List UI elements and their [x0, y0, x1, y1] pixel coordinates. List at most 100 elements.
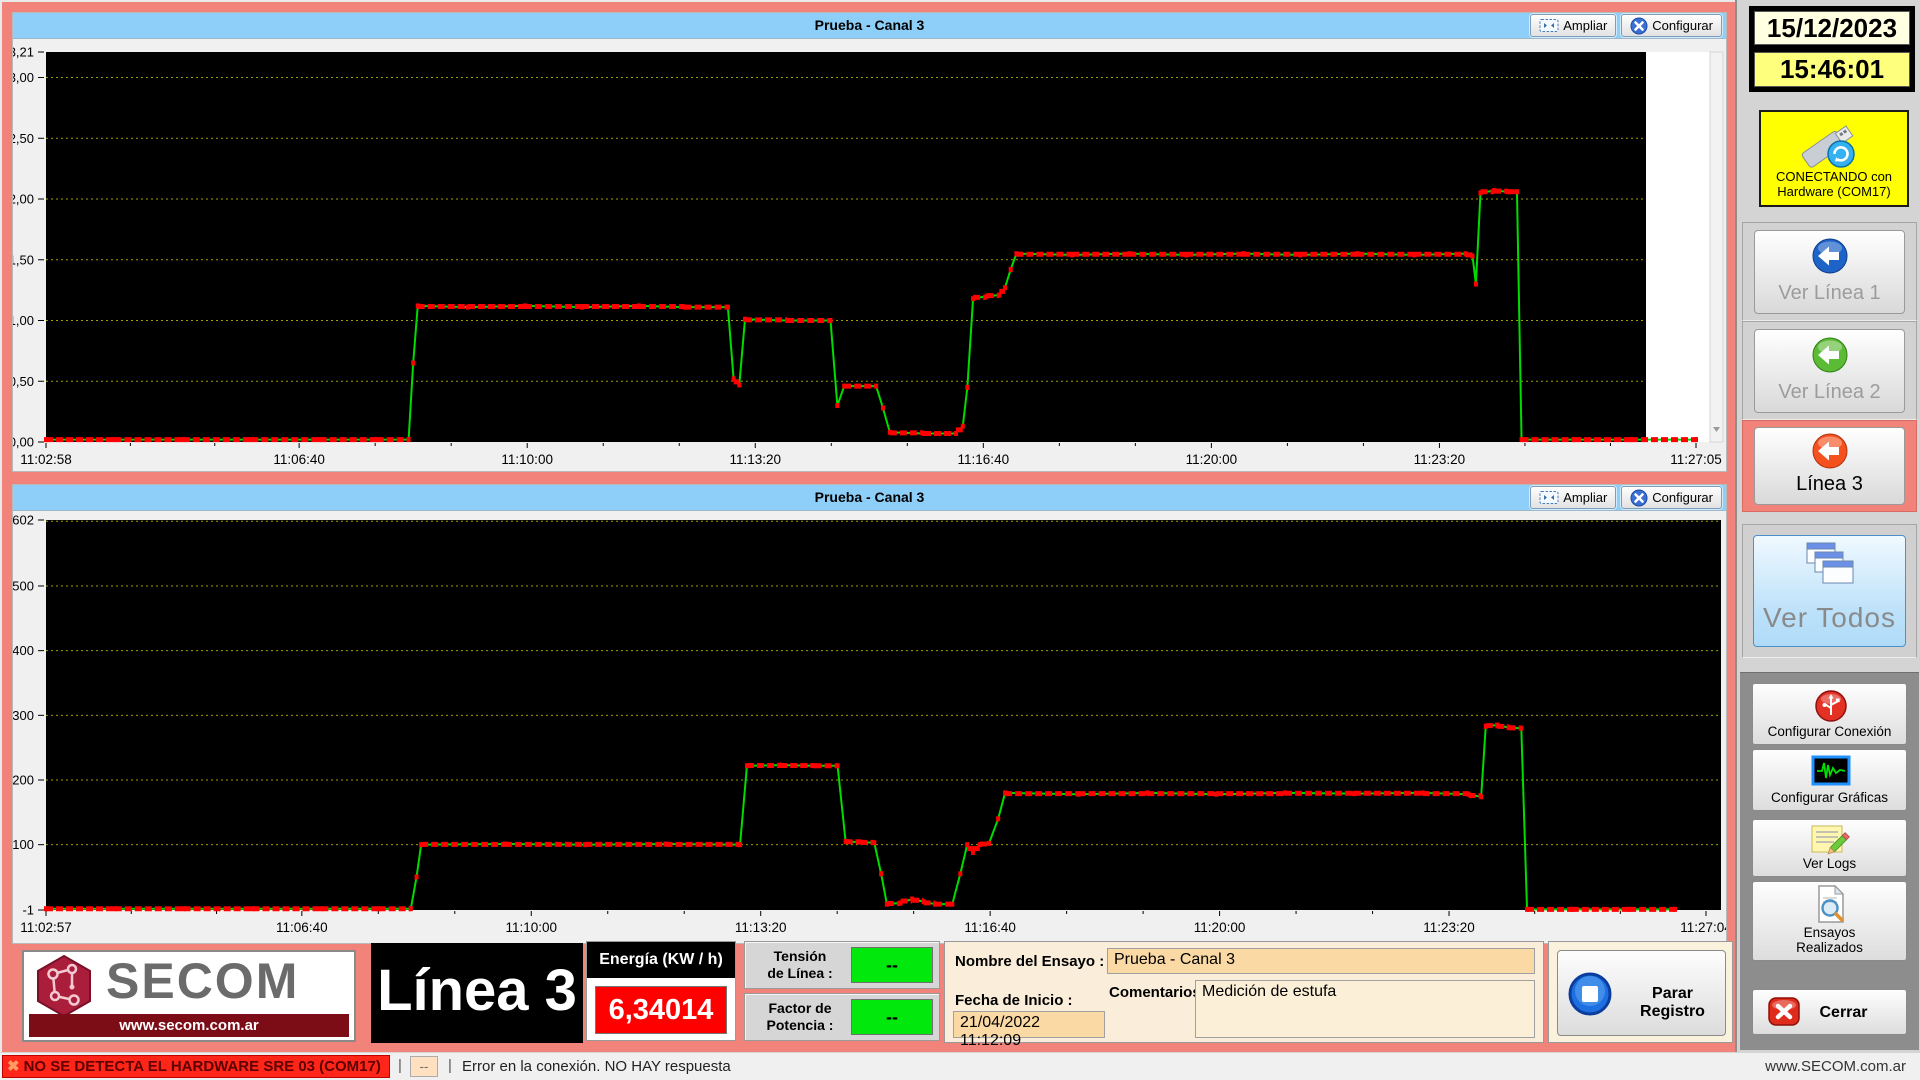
chart2-title: Prueba - Canal 3	[13, 489, 1726, 505]
energy-panel: Energía (KW / h) 6,34014	[586, 941, 736, 1041]
svg-text:1,50: 1,50	[13, 252, 34, 267]
stop-record-panel: Parar Registro	[1548, 941, 1733, 1043]
svg-text:0,50: 0,50	[13, 374, 34, 389]
chart2-plot[interactable]: 602500400300200100-111:02:5711:06:4011:1…	[13, 512, 1726, 944]
svg-text:200: 200	[13, 773, 34, 788]
svg-text:11:10:00: 11:10:00	[505, 920, 557, 935]
start-date-label: Fecha de Inicio :	[955, 992, 1073, 1009]
configure-connection-label: Configurar Conexión	[1753, 724, 1906, 739]
svg-text:11:02:58: 11:02:58	[20, 452, 72, 467]
orange-left-arrow-icon	[1811, 432, 1849, 470]
current-line-panel: Línea 3	[371, 943, 583, 1043]
test-name-label: Nombre del Ensayo :	[955, 953, 1104, 970]
usb-refresh-icon	[1787, 116, 1883, 174]
svg-text:11:13:20: 11:13:20	[729, 452, 781, 467]
configure-connection-button[interactable]: Configurar Conexión	[1752, 683, 1907, 745]
view-all-button[interactable]: Ver Todos	[1753, 535, 1906, 647]
svg-text:3,00: 3,00	[13, 70, 34, 85]
configurar-label: Configurar	[1652, 490, 1713, 505]
configure-charts-button[interactable]: Configurar Gráficas	[1752, 749, 1907, 811]
current-line-label: Línea 3	[371, 957, 583, 1024]
status-dash-badge: --	[410, 1056, 438, 1077]
chart1-ampliar-button[interactable]: Ampliar	[1530, 14, 1616, 37]
search-document-icon	[1811, 884, 1851, 926]
tests-done-button[interactable]: EnsayosRealizados	[1752, 881, 1907, 961]
svg-text:0,00: 0,00	[13, 435, 34, 450]
configurar-label: Configurar	[1652, 18, 1713, 33]
power-factor-value: --	[851, 999, 933, 1035]
blue-left-arrow-icon	[1811, 237, 1849, 275]
svg-text:11:23:20: 11:23:20	[1414, 452, 1466, 467]
chart2-ampliar-button[interactable]: Ampliar	[1530, 486, 1616, 509]
ampliar-label: Ampliar	[1563, 490, 1607, 505]
test-name-input[interactable]: Prueba - Canal 3	[1107, 948, 1535, 974]
svg-text:500: 500	[13, 578, 34, 593]
chart1-configurar-button[interactable]: Configurar	[1621, 14, 1722, 37]
view-all-label: Ver Todos	[1754, 602, 1905, 634]
svg-text:11:20:00: 11:20:00	[1194, 920, 1246, 935]
line3-button[interactable]: Línea 3	[1754, 427, 1905, 505]
tools-panel: Configurar Conexión Configurar Gráficas	[1740, 672, 1919, 1050]
tools-icon	[1630, 489, 1648, 507]
expand-icon	[1539, 490, 1559, 505]
tests-done-label: EnsayosRealizados	[1753, 925, 1906, 955]
datetime-panel: 15/12/2023 15:46:01	[1749, 6, 1915, 92]
line2-group: Ver Línea 2	[1742, 321, 1917, 420]
ampliar-label: Ampliar	[1563, 18, 1607, 33]
main-area: Prueba - Canal 3 Ampliar	[2, 2, 1735, 1052]
sidebar: 15/12/2023 15:46:01 CONECTANDO conHardwa…	[1735, 0, 1920, 1052]
usb-connection-icon	[1811, 686, 1851, 726]
svg-text:400: 400	[13, 643, 34, 658]
svg-text:-1: -1	[22, 903, 34, 918]
power-factor-label: Factor dePotencia :	[749, 1000, 851, 1034]
view-line2-button[interactable]: Ver Línea 2	[1754, 329, 1905, 413]
chart-panel-1: Prueba - Canal 3 Ampliar	[12, 12, 1727, 472]
svg-text:11:02:57: 11:02:57	[20, 920, 72, 935]
tension-value: --	[851, 947, 933, 983]
line1-group: Ver Línea 1	[1742, 222, 1917, 321]
view-line1-button[interactable]: Ver Línea 1	[1754, 230, 1905, 314]
chart2-configurar-button[interactable]: Configurar	[1621, 486, 1722, 509]
date-display: 15/12/2023	[1754, 11, 1910, 45]
secom-logo-text: SECOM	[106, 952, 299, 1010]
svg-text:300: 300	[13, 708, 34, 723]
svg-text:11:06:40: 11:06:40	[276, 920, 328, 935]
svg-text:11:13:20: 11:13:20	[735, 920, 787, 935]
time-display: 15:46:01	[1754, 52, 1910, 87]
connection-error-text: Error en la conexión. NO HAY respuesta	[462, 1058, 731, 1075]
view-line1-label: Ver Línea 1	[1755, 282, 1904, 305]
close-button[interactable]: Cerrar	[1752, 989, 1907, 1035]
chart2-titlebar: Prueba - Canal 3 Ampliar	[13, 485, 1726, 511]
status-bar: ✖NO SE DETECTA EL HARDWARE SRE 03 (COM17…	[0, 1052, 1920, 1080]
chart1-plot[interactable]: 3,213,002,502,001,501,000,500,0011:02:58…	[13, 40, 1726, 472]
tension-label: Tensiónde Línea :	[749, 948, 851, 982]
stop-record-button[interactable]: Parar Registro	[1557, 950, 1726, 1036]
svg-text:11:20:00: 11:20:00	[1186, 452, 1238, 467]
svg-text:3,21: 3,21	[13, 45, 34, 60]
svg-text:602: 602	[13, 513, 34, 528]
status-separator: |	[448, 1057, 452, 1074]
svg-text:11:16:40: 11:16:40	[958, 452, 1010, 467]
svg-text:11:16:40: 11:16:40	[964, 920, 1016, 935]
power-factor-panel: Factor dePotencia : --	[744, 993, 940, 1041]
tools-icon	[1630, 17, 1648, 35]
close-label: Cerrar	[1781, 1005, 1906, 1020]
hardware-connect-label: CONECTANDO conHardware (COM17)	[1761, 169, 1907, 199]
chart1-titlebar: Prueba - Canal 3 Ampliar	[13, 13, 1726, 39]
svg-text:11:23:20: 11:23:20	[1423, 920, 1475, 935]
secom-logo-panel: SECOM www.secom.com.ar	[22, 950, 356, 1042]
view-all-group: Ver Todos	[1742, 524, 1917, 658]
energy-value: 6,34014	[595, 986, 727, 1034]
svg-text:1,00: 1,00	[13, 313, 34, 328]
chart-panel-2: Prueba - Canal 3 Ampliar	[12, 484, 1727, 944]
start-date-value[interactable]: 21/04/2022 11:12:09	[953, 1011, 1105, 1038]
expand-icon	[1539, 18, 1559, 33]
test-info-panel: Nombre del Ensayo : Prueba - Canal 3 Fec…	[944, 941, 1544, 1043]
view-line2-label: Ver Línea 2	[1755, 381, 1904, 404]
stop-icon	[1566, 970, 1614, 1018]
hardware-connect-button[interactable]: CONECTANDO conHardware (COM17)	[1759, 110, 1909, 207]
comments-textarea[interactable]: Medición de estufa	[1195, 980, 1535, 1038]
status-separator: |	[398, 1057, 402, 1074]
view-logs-button[interactable]: Ver Logs	[1752, 819, 1907, 877]
green-left-arrow-icon	[1811, 336, 1849, 374]
